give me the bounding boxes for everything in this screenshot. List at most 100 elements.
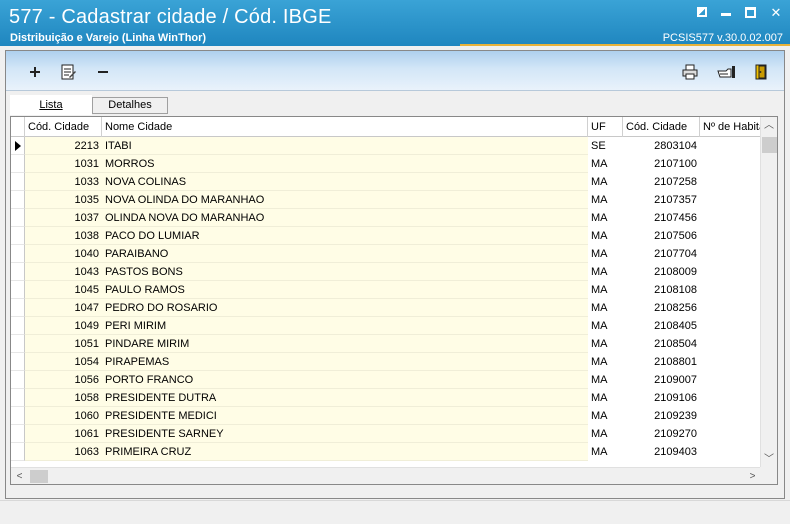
cell-cod-cidade[interactable]: 2213 [25, 137, 102, 155]
table-row[interactable]: 1043 PASTOS BONS MA 2108009 [11, 263, 761, 281]
table-row[interactable]: 2213 ITABI SE 2803104 [11, 137, 761, 155]
cell-cod-cidade[interactable]: 1061 [25, 425, 102, 443]
table-row[interactable]: 1035 NOVA OLINDA DO MARANHAO MA 2107357 [11, 191, 761, 209]
cell-uf[interactable]: MA [588, 317, 623, 335]
column-header-habitantes[interactable]: Nº de Habita [700, 117, 761, 137]
cell-habitantes[interactable] [700, 407, 761, 425]
cell-cod-ibge[interactable]: 2109106 [623, 389, 700, 407]
tab-lista[interactable]: Lista [10, 95, 92, 115]
table-row[interactable]: 1060 PRESIDENTE MEDICI MA 2109239 [11, 407, 761, 425]
cell-habitantes[interactable] [700, 245, 761, 263]
cell-habitantes[interactable] [700, 227, 761, 245]
cell-cod-cidade[interactable]: 1051 [25, 335, 102, 353]
cell-cod-cidade[interactable]: 1045 [25, 281, 102, 299]
cell-habitantes[interactable] [700, 389, 761, 407]
row-indicator[interactable] [11, 317, 25, 335]
cell-cod-cidade[interactable]: 1037 [25, 209, 102, 227]
table-row[interactable]: 1051 PINDARE MIRIM MA 2108504 [11, 335, 761, 353]
minimize-icon[interactable] [721, 7, 731, 16]
search-button[interactable] [716, 63, 735, 81]
column-header-cod-ibge[interactable]: Cód. Cidade [623, 117, 700, 137]
table-row[interactable]: 1038 PACO DO LUMIAR MA 2107506 [11, 227, 761, 245]
row-indicator[interactable] [11, 173, 25, 191]
row-indicator[interactable] [11, 281, 25, 299]
column-header-nome-cidade[interactable]: Nome Cidade [102, 117, 588, 137]
row-indicator[interactable] [11, 335, 25, 353]
row-indicator[interactable] [11, 263, 25, 281]
cell-nome-cidade[interactable]: ITABI [102, 137, 588, 155]
cell-cod-ibge[interactable]: 2108256 [623, 299, 700, 317]
row-indicator[interactable] [11, 371, 25, 389]
cell-cod-cidade[interactable]: 1047 [25, 299, 102, 317]
cell-nome-cidade[interactable]: PINDARE MIRIM [102, 335, 588, 353]
exit-button[interactable] [752, 63, 770, 81]
column-header-uf[interactable]: UF [588, 117, 623, 137]
scroll-up-icon[interactable]: ︿ [761, 117, 777, 134]
cell-habitantes[interactable] [700, 137, 761, 155]
cell-habitantes[interactable] [700, 155, 761, 173]
add-button[interactable] [26, 63, 44, 81]
cell-nome-cidade[interactable]: NOVA COLINAS [102, 173, 588, 191]
table-row[interactable]: 1049 PERI MIRIM MA 2108405 [11, 317, 761, 335]
row-indicator[interactable] [11, 443, 25, 461]
cell-uf[interactable]: MA [588, 191, 623, 209]
cell-cod-ibge[interactable]: 2107506 [623, 227, 700, 245]
cell-nome-cidade[interactable]: PACO DO LUMIAR [102, 227, 588, 245]
cell-nome-cidade[interactable]: PASTOS BONS [102, 263, 588, 281]
cell-cod-ibge[interactable]: 2107100 [623, 155, 700, 173]
cell-nome-cidade[interactable]: PAULO RAMOS [102, 281, 588, 299]
edit-button[interactable] [59, 63, 77, 81]
row-indicator[interactable] [11, 407, 25, 425]
row-indicator[interactable] [11, 191, 25, 209]
maximize-icon[interactable] [745, 7, 756, 18]
cell-cod-ibge[interactable]: 2803104 [623, 137, 700, 155]
cell-habitantes[interactable] [700, 335, 761, 353]
cell-cod-ibge[interactable]: 2109403 [623, 443, 700, 461]
cell-habitantes[interactable] [700, 209, 761, 227]
cell-uf[interactable]: MA [588, 335, 623, 353]
cell-cod-ibge[interactable]: 2108504 [623, 335, 700, 353]
table-row[interactable]: 1056 PORTO FRANCO MA 2109007 [11, 371, 761, 389]
cell-uf[interactable]: SE [588, 137, 623, 155]
cell-nome-cidade[interactable]: PRIMEIRA CRUZ [102, 443, 588, 461]
column-header-cod-cidade[interactable]: Cód. Cidade [25, 117, 102, 137]
row-indicator[interactable] [11, 389, 25, 407]
cell-nome-cidade[interactable]: PARAIBANO [102, 245, 588, 263]
cell-uf[interactable]: MA [588, 281, 623, 299]
remove-button[interactable] [94, 63, 112, 81]
table-row[interactable]: 1033 NOVA COLINAS MA 2107258 [11, 173, 761, 191]
scroll-thumb[interactable] [30, 470, 48, 483]
cell-uf[interactable]: MA [588, 425, 623, 443]
scroll-right-icon[interactable]: > [744, 468, 761, 484]
restore-icon[interactable] [697, 7, 707, 17]
cell-uf[interactable]: MA [588, 299, 623, 317]
cell-nome-cidade[interactable]: PEDRO DO ROSARIO [102, 299, 588, 317]
cell-cod-cidade[interactable]: 1063 [25, 443, 102, 461]
vertical-scrollbar[interactable]: ︿ ﹀ [760, 117, 777, 468]
cell-cod-ibge[interactable]: 2109270 [623, 425, 700, 443]
table-row[interactable]: 1063 PRIMEIRA CRUZ MA 2109403 [11, 443, 761, 461]
table-row[interactable]: 1061 PRESIDENTE SARNEY MA 2109270 [11, 425, 761, 443]
cell-cod-cidade[interactable]: 1035 [25, 191, 102, 209]
cell-cod-cidade[interactable]: 1058 [25, 389, 102, 407]
cell-uf[interactable]: MA [588, 263, 623, 281]
cell-nome-cidade[interactable]: PRESIDENTE SARNEY [102, 425, 588, 443]
cell-nome-cidade[interactable]: PRESIDENTE DUTRA [102, 389, 588, 407]
table-row[interactable]: 1031 MORROS MA 2107100 [11, 155, 761, 173]
cell-uf[interactable]: MA [588, 371, 623, 389]
cell-uf[interactable]: MA [588, 209, 623, 227]
row-indicator[interactable] [11, 137, 25, 155]
cell-habitantes[interactable] [700, 425, 761, 443]
row-indicator[interactable] [11, 227, 25, 245]
cell-cod-cidade[interactable]: 1040 [25, 245, 102, 263]
cell-nome-cidade[interactable]: NOVA OLINDA DO MARANHAO [102, 191, 588, 209]
cell-nome-cidade[interactable]: PORTO FRANCO [102, 371, 588, 389]
cell-cod-cidade[interactable]: 1033 [25, 173, 102, 191]
cell-uf[interactable]: MA [588, 443, 623, 461]
cell-cod-cidade[interactable]: 1056 [25, 371, 102, 389]
cell-habitantes[interactable] [700, 371, 761, 389]
tab-detalhes[interactable]: Detalhes [92, 97, 168, 114]
close-icon[interactable]: ✕ [770, 6, 782, 19]
table-row[interactable]: 1037 OLINDA NOVA DO MARANHAO MA 2107456 [11, 209, 761, 227]
cell-nome-cidade[interactable]: PERI MIRIM [102, 317, 588, 335]
